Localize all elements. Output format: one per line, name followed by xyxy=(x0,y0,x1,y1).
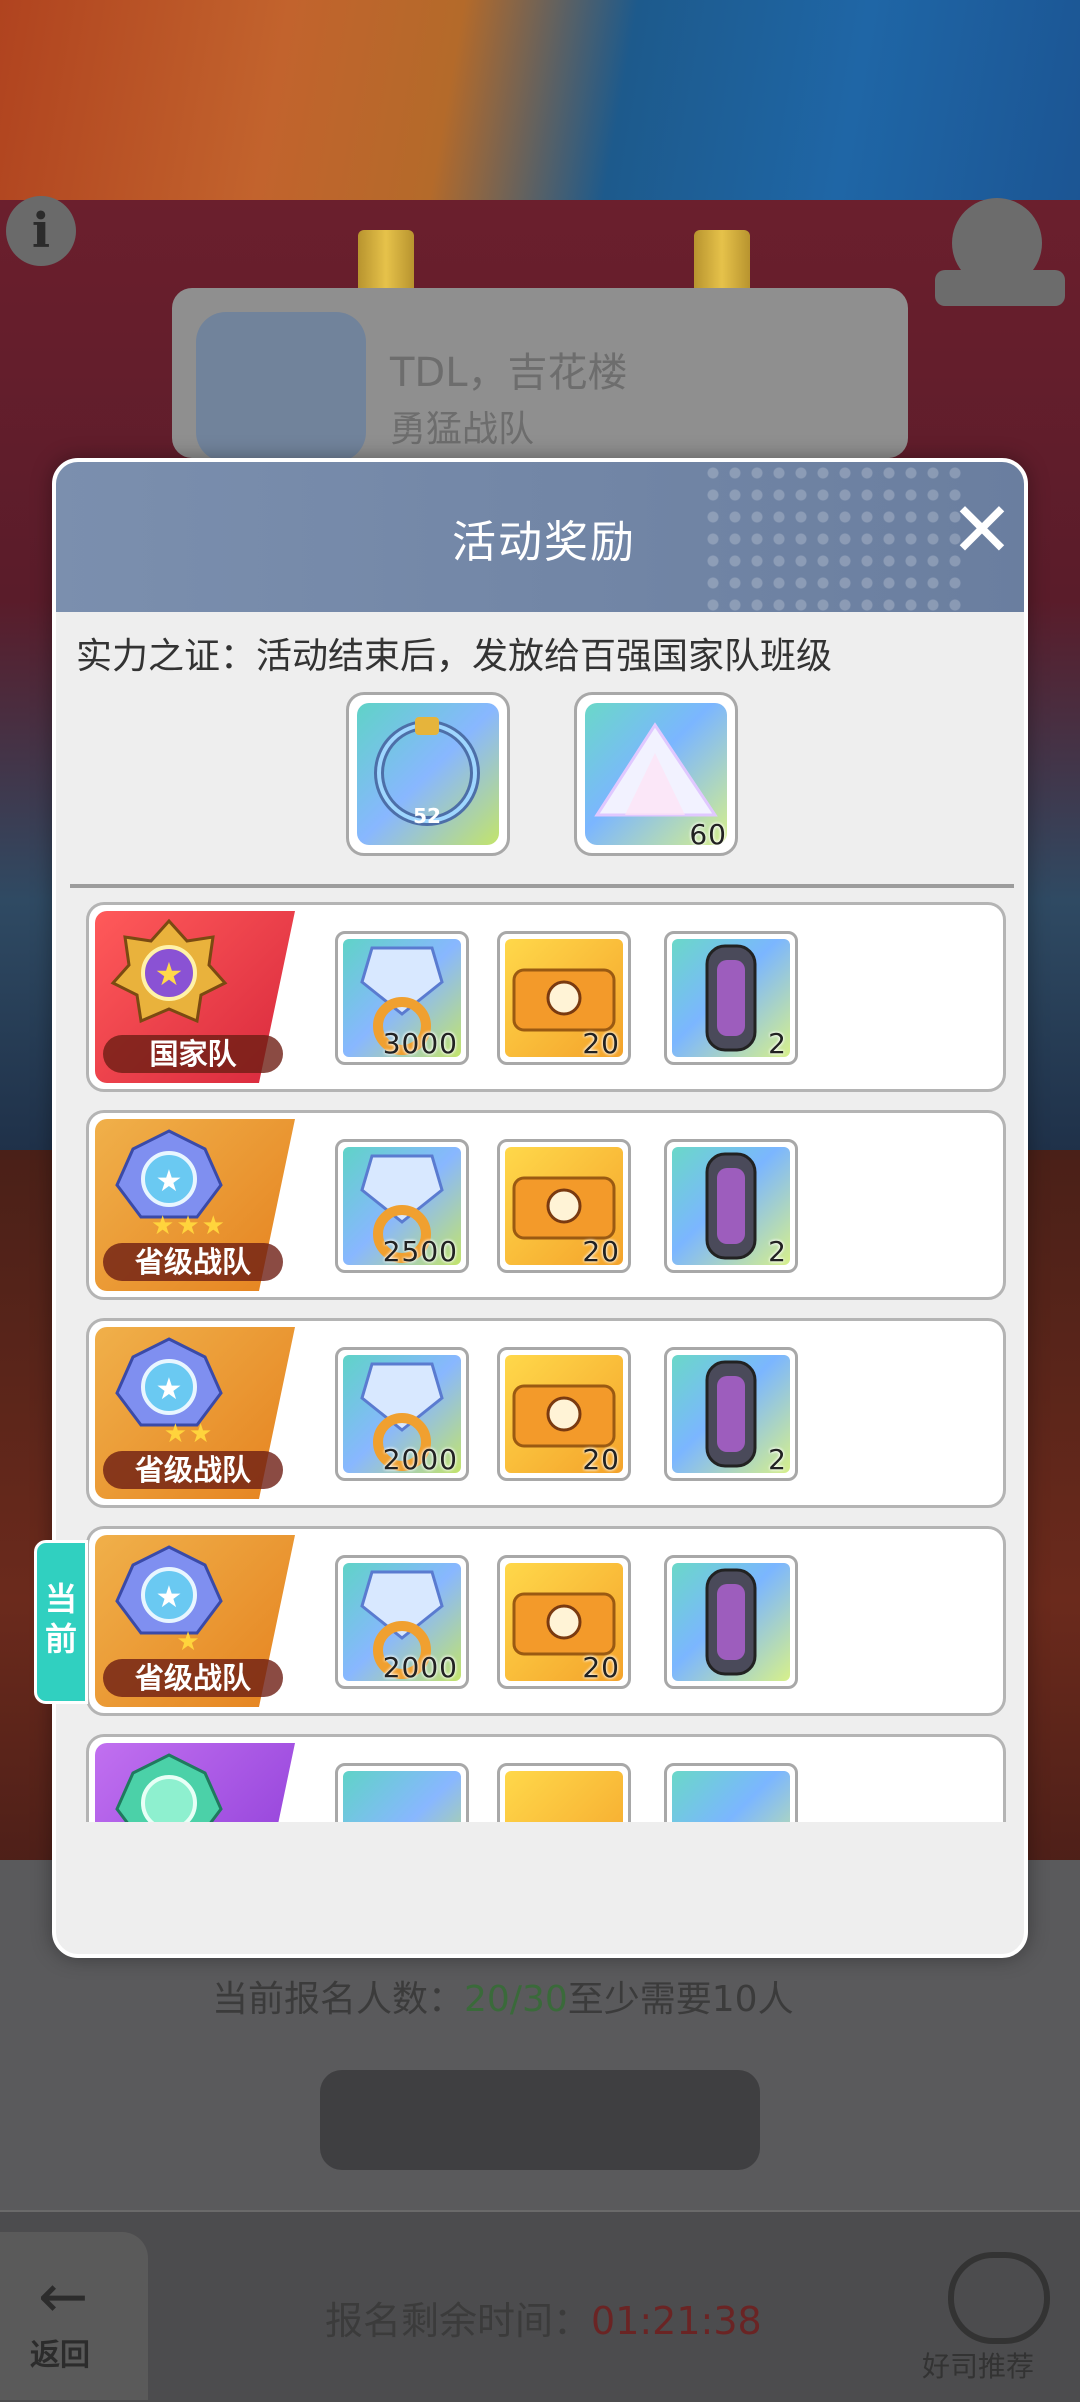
svg-text:★: ★ xyxy=(156,1580,183,1615)
gem-ring-item[interactable]: 3000 xyxy=(335,931,469,1065)
avatar xyxy=(196,312,366,462)
item-qty: 2 xyxy=(768,1235,787,1268)
info-icon[interactable]: i xyxy=(6,196,76,266)
capsule-item[interactable] xyxy=(664,1763,798,1822)
rank-row: ★ ★★ 省级战队 2000 20 2 xyxy=(86,1318,1006,1508)
gem-ring-item[interactable]: 2000 xyxy=(335,1555,469,1689)
svg-text:★: ★ xyxy=(155,955,184,993)
signup-count-value: 20/30 xyxy=(464,1979,568,2020)
gem-ring-item[interactable]: 2000 xyxy=(335,1347,469,1481)
rank-row: ★ 国家队 3000 20 2 xyxy=(86,902,1006,1092)
item-qty: 2000 xyxy=(382,1651,458,1684)
remaining-value: 01:21:38 xyxy=(591,2299,762,2343)
ticket-item[interactable]: 20 xyxy=(497,1347,631,1481)
svg-text:★: ★ xyxy=(156,1164,183,1199)
modal-title: 活动奖励 xyxy=(452,517,636,568)
frame-icon: 52 xyxy=(357,703,499,845)
capsule-item[interactable]: 2 xyxy=(664,1139,798,1273)
back-label: 返回 xyxy=(30,2338,90,2373)
capsule-icon xyxy=(705,1568,757,1676)
crystal-qty: 60 xyxy=(689,818,727,851)
capsule-item[interactable]: 2 xyxy=(664,931,798,1065)
profile-name: TDL，吉花楼 xyxy=(390,350,628,396)
rank-label: 省级战队 xyxy=(103,1451,283,1489)
svg-text:52: 52 xyxy=(413,804,441,828)
ticket-item[interactable]: 20 xyxy=(497,931,631,1065)
home-label xyxy=(935,270,1065,306)
gem-ring-item[interactable]: 2500 xyxy=(335,1139,469,1273)
profile-team: 勇猛战队 xyxy=(390,409,535,450)
section-divider xyxy=(70,884,1014,888)
capsule-item[interactable] xyxy=(664,1555,798,1689)
gem-ring-item[interactable] xyxy=(335,1763,469,1822)
item-qty: 2500 xyxy=(382,1235,458,1268)
rank-reward-list[interactable]: ★ 国家队 3000 20 2 ★ ★★★ 省级战队 2500 20 2 ★ ★… xyxy=(86,902,1006,1822)
current-rank-tag: 当前 xyxy=(34,1540,88,1704)
remaining-time: 报名剩余时间：01:21:38 xyxy=(325,2290,762,2345)
national-badge-icon: ★ xyxy=(110,918,228,1024)
back-arrow-icon: ← xyxy=(38,2262,89,2332)
item-qty: 20 xyxy=(582,1443,620,1476)
signup-count-suffix: 至少需要10人 xyxy=(567,1979,794,2020)
close-button[interactable]: ✕ xyxy=(942,490,1022,570)
item-qty: 2 xyxy=(768,1443,787,1476)
item-qty: 20 xyxy=(582,1235,620,1268)
item-qty: 2000 xyxy=(382,1443,458,1476)
friends-label: 好司推荐 xyxy=(922,2350,1035,2383)
modal-header: 活动奖励 ✕ xyxy=(56,462,1024,612)
signup-count-prefix: 当前报名人数： xyxy=(212,1979,465,2020)
frame-reward[interactable]: 52 xyxy=(346,692,510,856)
reward-description: 实力之证：活动结束后，发放给百强国家队班级 xyxy=(76,636,833,677)
rank-row xyxy=(86,1734,1006,1822)
item-qty: 20 xyxy=(582,1027,620,1060)
rank-label: 省级战队 xyxy=(103,1659,283,1697)
ticket-item[interactable]: 20 xyxy=(497,1139,631,1273)
item-qty: 20 xyxy=(582,1651,620,1684)
item-qty: 3000 xyxy=(382,1027,458,1060)
rank-stars: ★★★ xyxy=(151,1211,227,1241)
rank-label: 省级战队 xyxy=(103,1243,283,1281)
rewards-modal: 活动奖励 ✕ 实力之证：活动结束后，发放给百强国家队班级 52 60 ★ 国家队… xyxy=(52,458,1028,1958)
rank-stars: ★ xyxy=(176,1627,202,1657)
elite-badge-icon xyxy=(115,1753,223,1822)
crystal-reward[interactable]: 60 xyxy=(574,692,738,856)
capsule-item[interactable]: 2 xyxy=(664,1347,798,1481)
rank-row: ★ ★★★ 省级战队 2500 20 2 xyxy=(86,1110,1006,1300)
rank-label: 国家队 xyxy=(103,1035,283,1073)
rank-stars: ★★ xyxy=(163,1419,215,1449)
rank-row-current: ★ ★ 省级战队 2000 20 xyxy=(86,1526,1006,1716)
remaining-label: 报名剩余时间： xyxy=(325,2299,592,2343)
item-qty: 2 xyxy=(768,1027,787,1060)
signup-button[interactable] xyxy=(320,2070,760,2170)
svg-text:★: ★ xyxy=(156,1372,183,1407)
friends-icon[interactable] xyxy=(948,2252,1050,2344)
ticket-item[interactable] xyxy=(497,1763,631,1822)
signup-count: 当前报名人数：20/30至少需要10人 xyxy=(212,1970,794,2022)
ticket-item[interactable]: 20 xyxy=(497,1555,631,1689)
